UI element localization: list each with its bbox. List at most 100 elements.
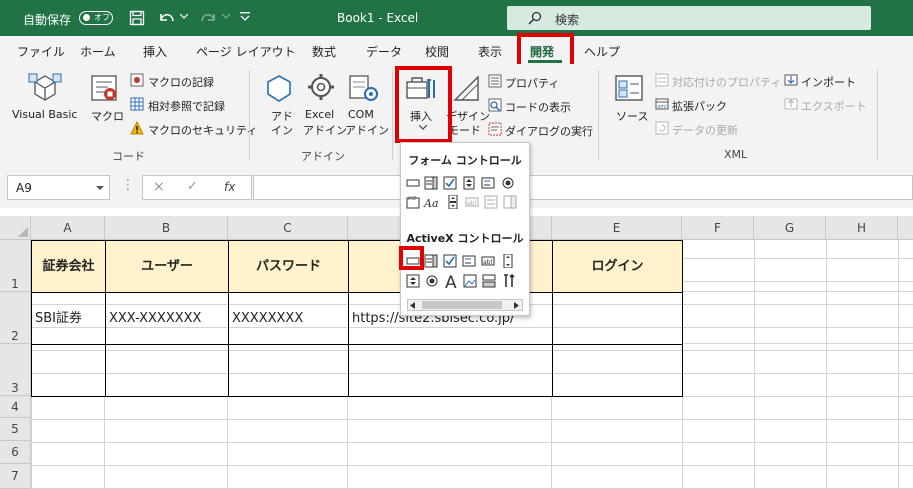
design-mode-label-2[interactable]: モード	[448, 122, 481, 138]
row-header-2[interactable]: 2	[0, 292, 31, 344]
activex-more-controls-icon[interactable]	[502, 274, 516, 288]
tab-page-layout[interactable]: ページ レイアウト	[196, 43, 296, 60]
activex-controls-title: ActiveX コントロール	[406, 232, 524, 245]
xml-source-button[interactable]: ソース	[616, 108, 648, 124]
header-cell-login[interactable]: ログイン	[552, 240, 683, 293]
relative-reference-button[interactable]: 相対参照で記録	[148, 98, 225, 114]
tab-review[interactable]: 校閲	[425, 43, 449, 60]
scroll-right-icon[interactable]	[512, 302, 520, 309]
row-header-4[interactable]: 4	[0, 396, 31, 418]
cell-e2[interactable]	[552, 292, 683, 345]
tab-file[interactable]: ファイル	[17, 43, 65, 60]
activex-toggle-button-icon[interactable]	[482, 274, 496, 288]
form-option-button-icon[interactable]	[501, 176, 515, 190]
tab-formulas[interactable]: 数式	[312, 43, 336, 60]
activex-label-icon[interactable]: A	[444, 272, 460, 290]
macro-security-button[interactable]: マクロのセキュリティ	[148, 122, 257, 138]
macro-button[interactable]: マクロ	[91, 108, 124, 124]
column-header-f[interactable]: F	[682, 216, 754, 240]
map-properties-button[interactable]: 対応付けのプロパティ	[672, 74, 781, 90]
column-header-a[interactable]: A	[31, 216, 105, 240]
column-header-e[interactable]: E	[552, 216, 682, 240]
tab-home[interactable]: ホーム	[80, 43, 116, 60]
cell-c2[interactable]: XXXXXXXX	[228, 292, 349, 345]
com-addin-label-2[interactable]: アドイン	[345, 122, 389, 138]
form-scrollbar-icon[interactable]	[446, 195, 460, 209]
addin-label-2[interactable]: イン	[271, 122, 293, 138]
form-button-icon[interactable]	[406, 176, 420, 190]
enter-icon[interactable]: ✓	[187, 179, 198, 194]
activex-image-icon[interactable]	[463, 274, 477, 288]
activex-option-button-icon[interactable]	[425, 274, 439, 288]
select-all-corner[interactable]	[0, 216, 31, 240]
export-button[interactable]: エクスポート	[801, 98, 867, 114]
form-listbox-icon[interactable]	[481, 176, 495, 190]
insert-function-button[interactable]: fx	[224, 180, 235, 194]
undo-icon[interactable]	[157, 9, 177, 27]
view-code-button[interactable]: コードの表示	[505, 99, 571, 115]
activex-spin-button-icon[interactable]	[406, 274, 420, 288]
row-header-1[interactable]: 1	[0, 240, 31, 292]
tab-data[interactable]: データ	[366, 43, 402, 60]
cancel-icon[interactable]: ×	[153, 179, 165, 195]
cell-a2[interactable]: SBI証券	[31, 292, 106, 345]
search-box[interactable]: 検索	[507, 6, 871, 30]
form-combobox-icon[interactable]	[424, 176, 438, 190]
activex-combobox-icon[interactable]	[424, 254, 438, 268]
run-dialog-icon	[488, 122, 502, 136]
com-addin-label-1[interactable]: COM	[348, 108, 374, 121]
visual-basic-button[interactable]: Visual Basic	[12, 108, 77, 121]
cell-b3[interactable]	[105, 344, 229, 397]
cell-a3[interactable]	[31, 344, 106, 397]
redo-icon[interactable]	[198, 9, 218, 27]
dropdown-scrollbar[interactable]	[407, 299, 523, 311]
autosave-toggle[interactable]: オフ	[79, 11, 113, 25]
column-header-c[interactable]: C	[228, 216, 348, 240]
tab-view[interactable]: 表示	[478, 43, 502, 60]
tab-help[interactable]: ヘルプ	[584, 43, 620, 60]
refresh-data-button[interactable]: データの更新	[672, 122, 738, 138]
scroll-left-icon[interactable]	[409, 302, 417, 309]
svg-text:XYZ: XYZ	[408, 196, 416, 201]
row-header-6[interactable]: 6	[0, 441, 31, 464]
formula-buttons: × ✓ fx	[142, 175, 252, 200]
properties-button[interactable]: プロパティ	[505, 75, 559, 91]
column-header-g[interactable]: G	[754, 216, 826, 240]
row-header-3[interactable]: 3	[0, 344, 31, 396]
tab-insert[interactable]: 挿入	[143, 43, 167, 60]
cell-c3[interactable]	[228, 344, 349, 397]
cell-b2[interactable]: XXX-XXXXXXX	[105, 292, 229, 345]
header-cell-user[interactable]: ユーザー	[105, 240, 229, 293]
name-box[interactable]: A9	[7, 175, 110, 200]
column-header-h[interactable]: H	[826, 216, 898, 240]
form-checkbox-icon[interactable]	[443, 176, 457, 190]
record-macro-button[interactable]: マクロの記録	[148, 74, 214, 90]
row-header-5[interactable]: 5	[0, 418, 31, 441]
column-header-next[interactable]	[898, 216, 913, 240]
activex-textbox-icon[interactable]: abl	[481, 254, 495, 268]
column-header-b[interactable]: B	[105, 216, 228, 240]
undo-dropdown-icon[interactable]	[180, 14, 188, 20]
import-button[interactable]: インポート	[801, 74, 856, 90]
scrollbar-thumb[interactable]	[422, 301, 502, 309]
excel-addin-label-1[interactable]: Excel	[305, 108, 334, 121]
form-group-box-icon[interactable]: XYZ	[406, 195, 420, 209]
form-label-icon[interactable]: Aa	[423, 195, 441, 209]
expansion-pack-button[interactable]: 拡張パック	[672, 98, 727, 114]
name-box-dropdown-icon[interactable]	[96, 186, 104, 191]
activex-scrollbar-icon[interactable]	[501, 254, 515, 268]
header-cell-broker[interactable]: 証券会社	[31, 240, 106, 293]
save-icon[interactable]	[129, 10, 145, 26]
cell-e3[interactable]	[552, 344, 683, 397]
run-dialog-button[interactable]: ダイアログの実行	[505, 123, 593, 139]
form-spin-button-icon[interactable]	[462, 176, 476, 190]
activex-listbox-icon[interactable]	[462, 254, 476, 268]
activex-checkbox-icon[interactable]	[443, 254, 457, 268]
redo-dropdown-icon[interactable]	[222, 14, 230, 20]
header-cell-password[interactable]: パスワード	[228, 240, 349, 293]
row-header-7[interactable]: 7	[0, 464, 31, 489]
formula-input[interactable]	[253, 175, 913, 200]
cell-d3[interactable]	[348, 344, 553, 397]
excel-addin-label-2[interactable]: アドイン	[303, 122, 347, 138]
customize-toolbar-icon[interactable]	[240, 12, 250, 22]
